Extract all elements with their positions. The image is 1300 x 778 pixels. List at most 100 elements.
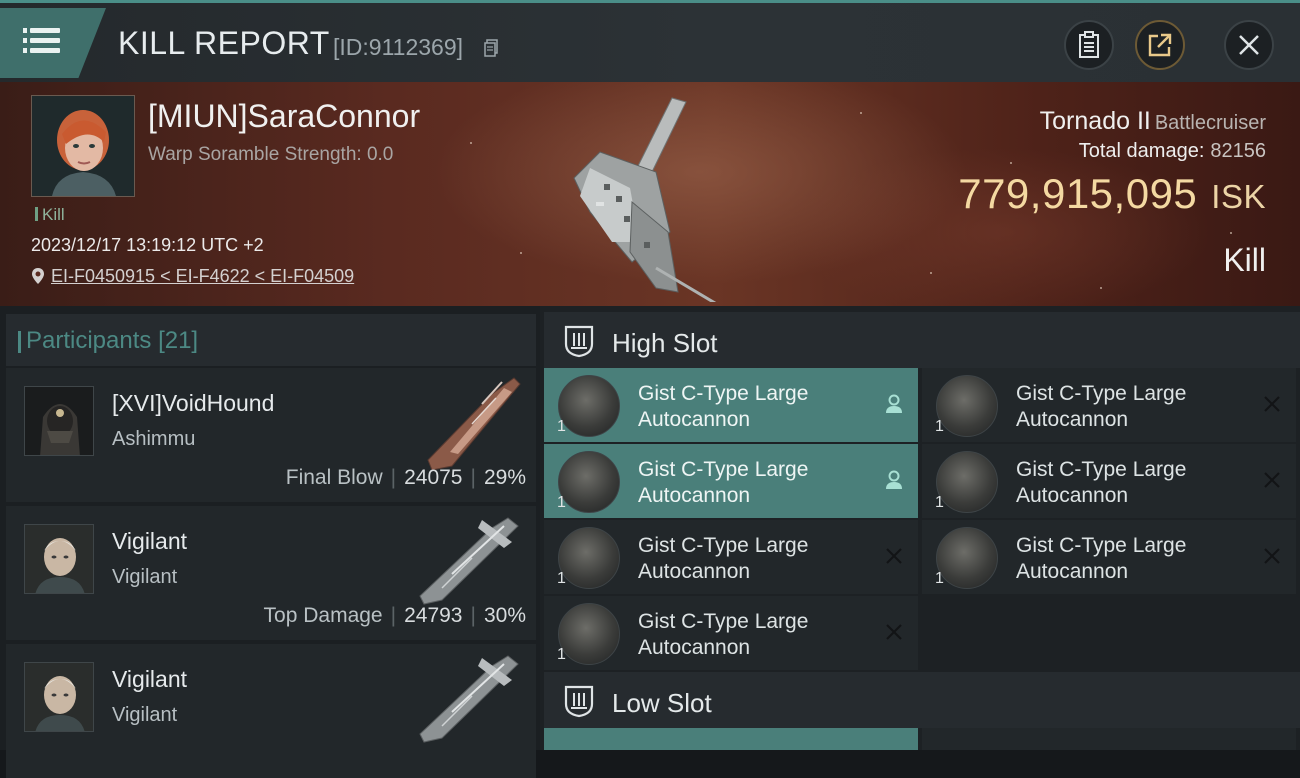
module-quantity: 1: [557, 418, 566, 435]
participants-title: Participants [21]: [17, 327, 199, 355]
x-icon: [886, 624, 902, 640]
menu-button[interactable]: [0, 8, 106, 78]
location-pin-icon: [32, 268, 44, 284]
module-slot[interactable]: 1 Gist C-Type Large Autocannon: [922, 368, 1296, 442]
kill-datetime: 2023/12/17 13:19:12 UTC +2: [31, 235, 264, 255]
module-slot[interactable]: 1 Gist C-Type Large Autocannon: [922, 444, 1296, 518]
high-slot-label: High Slot: [612, 328, 718, 358]
participant-role: Final Blow: [285, 466, 383, 489]
participant-avatar: [24, 386, 94, 456]
x-icon: [1264, 548, 1280, 564]
high-slot-header: High Slot: [544, 312, 1300, 368]
copy-icon[interactable]: [484, 39, 498, 57]
module-slot-partial[interactable]: [922, 728, 1296, 750]
x-icon: [1264, 396, 1280, 412]
isk-amount: 779,915,095: [958, 170, 1198, 217]
total-damage: Total damage: 82156: [1079, 140, 1266, 163]
victim-ship-name[interactable]: Tornado II Battlecruiser: [1040, 107, 1266, 136]
participant-ship: Ashimmu: [112, 428, 196, 450]
participant-ship-image: [419, 517, 519, 605]
module-quantity: 1: [557, 570, 566, 587]
top-bar: KILL REPORT [ID:9112369]: [0, 0, 1300, 82]
autocannon-icon: [936, 527, 998, 589]
participant-damage: 24075: [404, 466, 463, 489]
module-slot[interactable]: 1 Gist C-Type Large Autocannon: [544, 520, 918, 594]
low-slot-label: Low Slot: [612, 688, 712, 718]
close-icon: [1239, 35, 1259, 55]
participant-percent: 29%: [483, 466, 526, 489]
autocannon-icon: [558, 451, 620, 513]
autocannon-icon: [558, 527, 620, 589]
participant-ship: Vigilant: [112, 704, 178, 726]
low-slot-header: Low Slot: [544, 672, 1300, 728]
participants-count: [21]: [158, 327, 199, 354]
participant-name: Vigilant: [112, 528, 188, 554]
autocannon-icon: [558, 603, 620, 665]
location-link[interactable]: EI-F0450915 < EI-F4622 < EI-F04509: [51, 266, 354, 286]
kill-tag: Kill: [35, 205, 65, 225]
total-damage-value: 82156: [1210, 140, 1266, 162]
module-slot[interactable]: 1 Gist C-Type Large Autocannon: [544, 596, 918, 670]
participant-ship-image: [427, 377, 521, 470]
participant-damage: 24793: [404, 604, 463, 627]
module-quantity: 1: [557, 646, 566, 663]
participant-stats: Top Damage | 24793 | 30%: [263, 604, 526, 627]
module-quantity: 1: [935, 494, 944, 511]
user-icon: [886, 394, 902, 413]
share-icon: [1148, 33, 1172, 57]
victim-banner: [MIUN]SaraConnor Warp Soramble Strength:…: [0, 82, 1300, 306]
module-quantity: 1: [935, 570, 944, 587]
kill-location[interactable]: EI-F0450915 < EI-F4622 < EI-F04509: [31, 266, 354, 287]
clipboard-button[interactable]: [1064, 20, 1114, 70]
high-slot-icon: [564, 325, 594, 358]
kill-type: Kill: [1223, 242, 1266, 278]
participants-header: Participants [21]: [6, 314, 536, 366]
fitting-panel: High Slot 1 Gist C-Type Large Autocannon …: [540, 306, 1300, 750]
page-title: KILL REPORT: [118, 25, 330, 61]
module-name: Gist C-Type Large Autocannon: [638, 382, 809, 431]
warp-scramble-strength: Warp Soramble Strength: 0.0: [148, 144, 394, 165]
autocannon-icon: [936, 451, 998, 513]
report-id: [ID:9112369]: [333, 34, 464, 60]
total-damage-label: Total damage:: [1078, 140, 1205, 162]
victim-portrait[interactable]: [31, 95, 135, 197]
ship-class: Battlecruiser: [1154, 112, 1266, 134]
participant-avatar: [24, 662, 94, 732]
module-name: Gist C-Type Large Autocannon: [1016, 534, 1187, 583]
module-quantity: 1: [935, 418, 944, 435]
autocannon-icon: [558, 375, 620, 437]
victim-ship-image: [573, 97, 717, 302]
participant-ship: Vigilant: [112, 566, 178, 588]
share-button[interactable]: [1135, 20, 1185, 70]
close-button[interactable]: [1224, 20, 1274, 70]
module-slot[interactable]: 1 Gist C-Type Large Autocannon: [544, 368, 918, 442]
participant-ship-image: [419, 655, 519, 743]
module-slot[interactable]: 1 Gist C-Type Large Autocannon: [544, 444, 918, 518]
module-name: Gist C-Type Large Autocannon: [638, 610, 809, 659]
module-name: Gist C-Type Large Autocannon: [1016, 382, 1187, 431]
x-icon: [1264, 472, 1280, 488]
autocannon-icon: [936, 375, 998, 437]
victim-name[interactable]: [MIUN]SaraConnor: [148, 98, 420, 135]
participant-percent: 30%: [483, 604, 526, 627]
module-name: Gist C-Type Large Autocannon: [638, 458, 809, 507]
participant-row[interactable]: Vigilant Vigilant Top Damage | 24793 | 30%: [6, 506, 536, 640]
ship-type: Tornado II: [1039, 107, 1151, 135]
user-icon: [886, 470, 902, 489]
module-slot-partial[interactable]: [544, 728, 918, 750]
participant-name: [XVI]VoidHound: [112, 390, 275, 416]
clipboard-icon: [1079, 31, 1099, 58]
module-quantity: 1: [557, 494, 566, 511]
x-icon: [886, 548, 902, 564]
participant-avatar: [24, 524, 94, 594]
participant-row[interactable]: [XVI]VoidHound Ashimmu Final Blow | 24075 |…: [6, 368, 536, 502]
participants-label: Participants: [26, 327, 152, 354]
module-name: Gist C-Type Large Autocannon: [638, 534, 809, 583]
module-name: Gist C-Type Large Autocannon: [1016, 458, 1187, 507]
module-slot[interactable]: 1 Gist C-Type Large Autocannon: [922, 520, 1296, 594]
participants-panel: Participants [21] [XVI]VoidHound Ashimmu…: [0, 306, 540, 778]
participant-row[interactable]: Vigilant Vigilant: [6, 644, 536, 778]
participant-name: Vigilant: [112, 666, 188, 692]
isk-value: 779,915,095 ISK: [958, 170, 1266, 218]
low-slot-icon: [564, 685, 594, 718]
